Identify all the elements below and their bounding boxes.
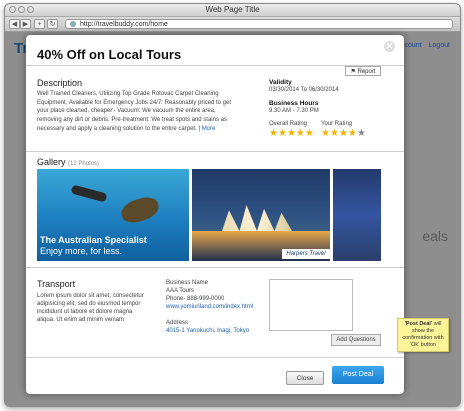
star-icon: ★ <box>295 128 305 139</box>
account-links: ccount Logout <box>396 42 450 49</box>
star-icon: ★ <box>277 128 287 139</box>
url-text: http://travelbuddy.com/home <box>80 21 168 28</box>
description-text: Well Trained Cleaners, Utilizing Top Gra… <box>37 91 232 132</box>
annotation-sticky-note: 'Post Deal' will show the confirmation w… <box>397 318 449 352</box>
hours-value: 9.30 AM - 7.30 PM <box>269 108 319 114</box>
star-icon: ★ <box>269 128 278 139</box>
star-icon: ★ <box>321 128 330 139</box>
star-icon: ★ <box>338 128 348 139</box>
transport-heading: Transport <box>37 279 76 289</box>
deal-modal: ✕ 40% Off on Local Tours ⚑ Report Descri… <box>26 35 404 394</box>
forward-icon[interactable]: ▶ <box>20 19 31 29</box>
gallery-title: Gallery <box>37 157 66 167</box>
gallery-photo-turtle[interactable]: The Australian Specialist Enjoy more, fo… <box>37 169 189 261</box>
star-icon: ★ <box>347 128 357 139</box>
star-icon: ★ <box>286 128 296 139</box>
questions-textarea[interactable] <box>269 279 353 331</box>
more-link[interactable]: More <box>202 126 216 132</box>
address-label: Address <box>166 320 189 326</box>
deals-text: eals <box>422 228 448 244</box>
address-bar[interactable]: http://travelbuddy.com/home <box>65 19 453 29</box>
title-bar: Web Page Title <box>5 4 460 17</box>
turtle-shape <box>118 194 162 226</box>
star-icon: ★ <box>304 128 314 139</box>
sticky-note-bold: 'Post Deal' <box>404 321 433 327</box>
validity-label: Validity <box>269 79 292 86</box>
window-title: Web Page Title <box>205 5 260 14</box>
business-website-link[interactable]: www.yomiuriland.com/index.html <box>166 304 253 310</box>
report-button[interactable]: ⚑ Report <box>345 66 381 76</box>
report-label: Report <box>357 69 376 75</box>
add-tab-icon[interactable]: + <box>34 19 45 29</box>
account-link[interactable]: ccount <box>401 42 422 49</box>
gallery-photo-opera-house[interactable]: Harpers Travel <box>192 169 330 261</box>
site-icon <box>70 21 76 27</box>
gallery-heading: Gallery (12 Photos) <box>37 157 99 167</box>
star-icon: ★ <box>329 128 339 139</box>
hours-label: Business Hours <box>269 100 319 107</box>
logout-link[interactable]: Logout <box>429 42 450 49</box>
address-link[interactable]: 4015-1 Yanokuchi, Inagi, Tokyo <box>166 328 249 334</box>
overall-rating-label: Overall Rating <box>269 121 308 127</box>
transport-text: Lorem ipsum dolor sit amet, consectetur … <box>37 293 144 323</box>
your-rating-label: Your Rating <box>321 121 353 127</box>
photo-caption-title: The Australian Specialist <box>40 235 147 245</box>
modal-title: 40% Off on Local Tours <box>37 47 182 62</box>
business-phone: Phone- 888-999-0000 <box>166 296 225 302</box>
opera-house-shape <box>222 205 292 231</box>
browser-toolbar: ◀ ▶ + ↻ http://travelbuddy.com/home <box>5 17 460 32</box>
overall-rating-stars: ★★★★★ <box>269 129 314 139</box>
validity-value: 03/30/2014 To 06/30/2014 <box>269 87 339 93</box>
close-icon[interactable]: ✕ <box>384 41 395 52</box>
business-name: AAA Tours <box>166 288 194 294</box>
diver-shape <box>70 184 108 203</box>
star-empty-icon: ★ <box>356 128 366 139</box>
transport-divider <box>26 267 404 268</box>
add-questions-button[interactable]: Add Questions <box>331 334 381 346</box>
gallery-divider <box>26 151 404 152</box>
back-icon[interactable]: ◀ <box>9 19 20 29</box>
photo-caption-subtitle: Enjoy more, for less. <box>40 246 123 256</box>
gallery-count: (12 Photos) <box>68 161 100 167</box>
business-info: Business Name AAA Tours Phone- 888-999-0… <box>166 279 264 335</box>
description-heading: Description <box>37 78 83 88</box>
reload-icon[interactable]: ↻ <box>47 19 58 29</box>
harpers-travel-logo: Harpers Travel <box>282 249 330 259</box>
browser-window: Web Page Title ◀ ▶ + ↻ http://travelbudd… <box>4 3 461 407</box>
close-button[interactable]: Close <box>286 371 324 385</box>
business-name-label: Business Name <box>166 280 209 286</box>
post-deal-button[interactable]: Post Deal <box>332 366 384 384</box>
your-rating-stars[interactable]: ★★★★★ <box>321 129 366 139</box>
gallery-photo-third[interactable] <box>333 169 381 261</box>
footer-divider <box>26 357 404 358</box>
